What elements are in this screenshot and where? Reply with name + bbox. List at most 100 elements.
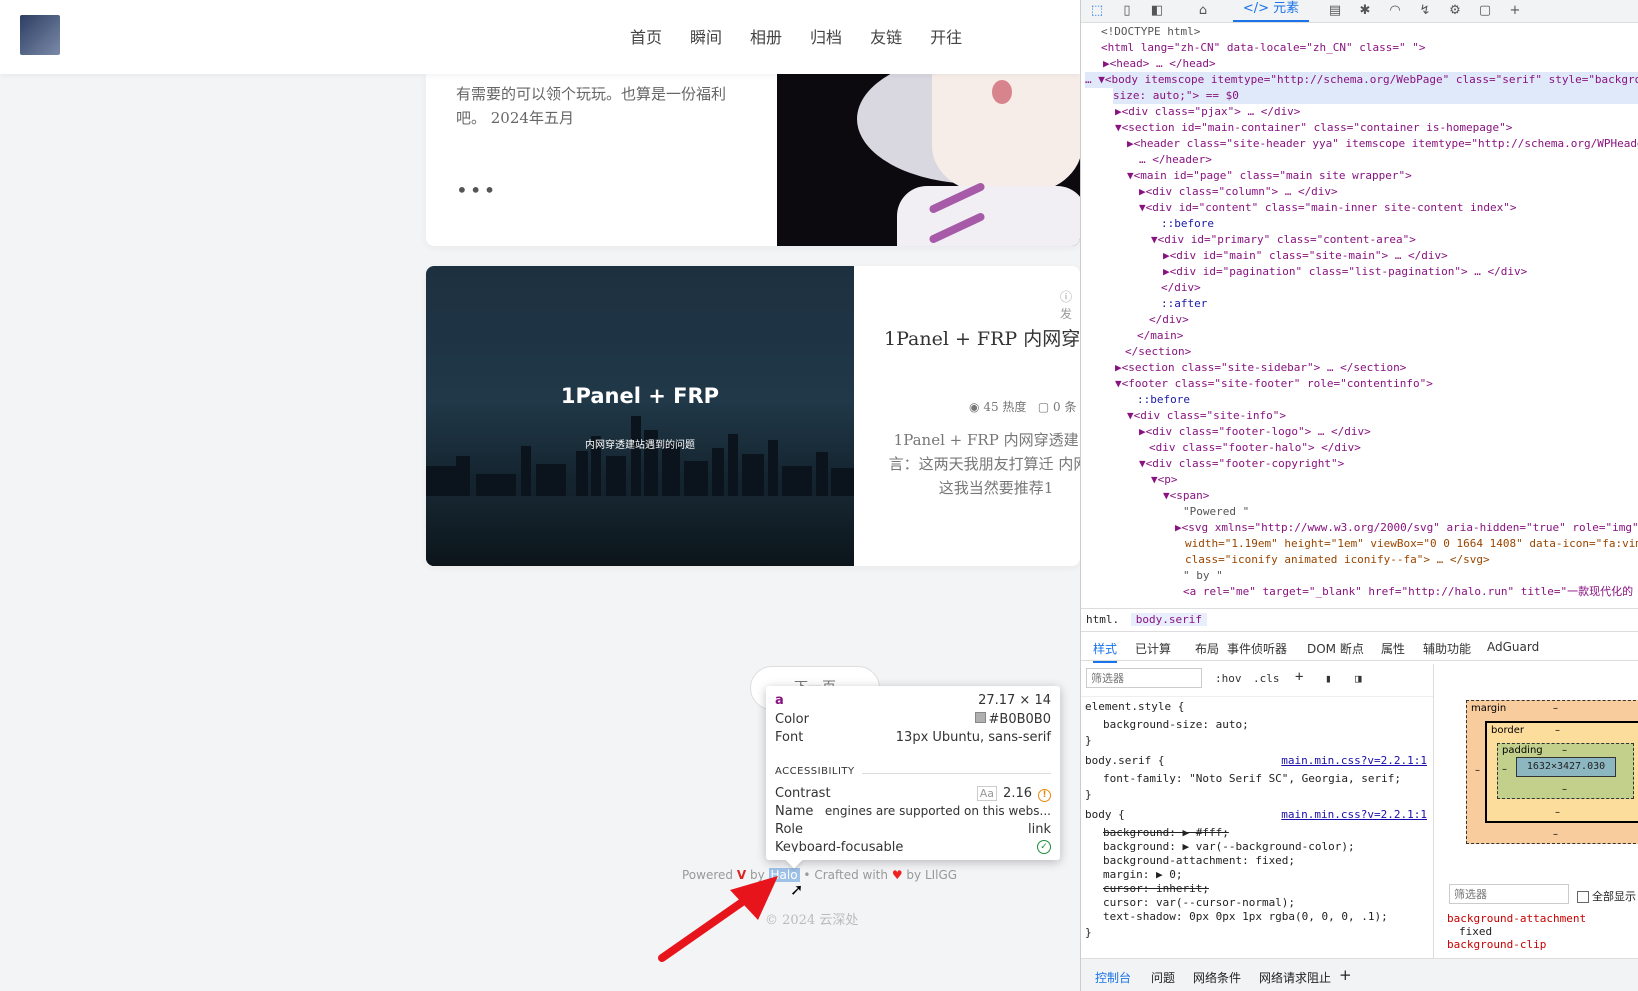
- network-icon[interactable]: ◠: [1387, 3, 1403, 19]
- gear-icon[interactable]: ⚙: [1447, 3, 1463, 19]
- dom-line[interactable]: ▶<div id="main" class="site-main"> … </d…: [1163, 248, 1448, 264]
- dom-line[interactable]: ::before: [1137, 392, 1190, 408]
- css-declaration[interactable]: text-shadow: 0px 0px 1px rgba(0, 0, 0, .…: [1103, 910, 1388, 924]
- dom-line[interactable]: width="1.19em" height="1em" viewBox="0 0…: [1185, 536, 1638, 552]
- rule-source-link[interactable]: main.min.css?v=2.2.1:1: [1281, 808, 1427, 821]
- dom-line[interactable]: ▶<header class="site-header yya" itemsco…: [1127, 136, 1638, 152]
- brush-icon[interactable]: ▮: [1325, 672, 1332, 685]
- rule-selector[interactable]: body {: [1085, 808, 1125, 822]
- hov-button[interactable]: :hov: [1215, 672, 1242, 685]
- dom-line[interactable]: class="iconify animated iconify--fa"> … …: [1185, 552, 1490, 568]
- breadcrumb-body[interactable]: body.serif: [1130, 613, 1207, 626]
- dom-line[interactable]: ▼<footer class="site-footer" role="conte…: [1115, 376, 1433, 392]
- dom-line[interactable]: ▼<section id="main-container" class="con…: [1115, 120, 1512, 136]
- css-declaration[interactable]: cursor: var(--cursor-normal);: [1103, 896, 1295, 910]
- dom-line[interactable]: ::before: [1161, 216, 1214, 232]
- nav-item-home[interactable]: 首页: [630, 24, 662, 48]
- dom-line[interactable]: ▶<section class="site-sidebar"> … </sect…: [1115, 360, 1406, 376]
- tab-elements[interactable]: </> 元素: [1233, 0, 1309, 22]
- author-link[interactable]: by LIlGG: [906, 868, 957, 882]
- post-card-frp[interactable]: 1Panel + FRP 内网穿透建站遇到的问题 ⓘ 发 1Panel + FR…: [426, 266, 1080, 566]
- dom-line[interactable]: </section>: [1125, 344, 1191, 360]
- dom-line[interactable]: " by ": [1183, 568, 1223, 584]
- tab-accessibility[interactable]: 辅助功能: [1423, 640, 1471, 657]
- tab-styles[interactable]: 样式: [1093, 640, 1118, 663]
- nav-item-travelling[interactable]: 开往: [930, 24, 962, 48]
- toggle-sidebar-icon[interactable]: ◨: [1355, 672, 1362, 685]
- device-icon[interactable]: ▯: [1119, 3, 1135, 19]
- add-drawer-tab-icon[interactable]: +: [1339, 966, 1352, 984]
- dom-line[interactable]: </main>: [1137, 328, 1183, 344]
- css-declaration[interactable]: background: ▶ var(--background-color);: [1103, 840, 1355, 854]
- dom-line[interactable]: ▼<p>: [1151, 472, 1178, 488]
- show-all-checkbox[interactable]: 全部显示: [1577, 888, 1636, 904]
- nav-item-links[interactable]: 友链: [870, 24, 902, 48]
- rule-selector[interactable]: body.serif {: [1085, 754, 1164, 768]
- dom-line[interactable]: ▶<head> … </head>: [1103, 56, 1216, 72]
- post-card[interactable]: 有需要的可以领个玩玩。也算是一份福利吧。 2024年五月 •••: [426, 74, 1080, 246]
- bm-content-size[interactable]: 1632×3427.030: [1516, 757, 1616, 777]
- site-logo[interactable]: [20, 15, 60, 55]
- dom-line[interactable]: </div>: [1149, 312, 1189, 328]
- performance-icon[interactable]: ↯: [1417, 3, 1433, 19]
- add-tab-icon[interactable]: +: [1507, 3, 1523, 19]
- dom-line[interactable]: ▶<svg xmlns="http://www.w3.org/2000/svg"…: [1175, 520, 1638, 536]
- rule-source-link[interactable]: main.min.css?v=2.2.1:1: [1281, 754, 1427, 767]
- post-thumbnail[interactable]: 1Panel + FRP 内网穿透建站遇到的问题: [426, 266, 854, 566]
- nav-item-archive[interactable]: 归档: [810, 24, 842, 48]
- dom-line[interactable]: … </header>: [1139, 152, 1212, 168]
- tab-event-listeners[interactable]: 事件侦听器: [1227, 640, 1287, 657]
- dom-line[interactable]: ▶<div class="footer-logo"> … </div>: [1139, 424, 1371, 440]
- post-title[interactable]: 1Panel + FRP 内网穿透: [884, 324, 1080, 351]
- dom-line[interactable]: ▼<div id="primary" class="content-area">: [1151, 232, 1416, 248]
- dom-line[interactable]: ▼<main id="page" class="main site wrappe…: [1127, 168, 1412, 184]
- dock-icon[interactable]: ◧: [1149, 3, 1165, 19]
- pane-splitter[interactable]: [1433, 664, 1440, 958]
- add-rule-icon[interactable]: +: [1295, 669, 1303, 685]
- tab-layout[interactable]: 布局: [1195, 640, 1219, 657]
- bug-icon[interactable]: ✱: [1357, 3, 1373, 19]
- console-icon[interactable]: ▤: [1327, 3, 1343, 19]
- dom-line[interactable]: ▶<div id="pagination" class="list-pagina…: [1163, 264, 1527, 280]
- css-declaration[interactable]: background: ▶ #fff;: [1103, 826, 1229, 840]
- dom-line[interactable]: ▼<div id="content" class="main-inner sit…: [1139, 200, 1517, 216]
- dom-line[interactable]: ▼<span>: [1163, 488, 1209, 504]
- dom-line[interactable]: "Powered ": [1183, 504, 1249, 520]
- computed-filter-input[interactable]: [1449, 884, 1569, 904]
- dom-line[interactable]: <!DOCTYPE html>: [1101, 24, 1200, 40]
- welcome-icon[interactable]: ⌂: [1195, 3, 1211, 19]
- nav-item-moments[interactable]: 瞬间: [690, 24, 722, 48]
- post-thumbnail[interactable]: [777, 74, 1080, 246]
- tab-console[interactable]: 控制台: [1095, 969, 1131, 991]
- css-declaration[interactable]: cursor: inherit;: [1103, 882, 1209, 896]
- nav-item-albums[interactable]: 相册: [750, 24, 782, 48]
- dom-line[interactable]: ▶<div class="column"> … </div>: [1139, 184, 1338, 200]
- tab-dom-breakpoints[interactable]: DOM 断点: [1307, 640, 1364, 657]
- dom-line[interactable]: ▶<div class="pjax"> … </div>: [1115, 104, 1300, 120]
- css-declaration[interactable]: margin: ▶ 0;: [1103, 868, 1182, 882]
- cls-button[interactable]: .cls: [1253, 672, 1280, 685]
- tab-issues[interactable]: 问题: [1151, 969, 1175, 986]
- tab-network-conditions[interactable]: 网络条件: [1193, 969, 1241, 986]
- tab-network-request-blocking[interactable]: 网络请求阻止: [1259, 969, 1331, 986]
- application-icon[interactable]: ▢: [1477, 3, 1493, 19]
- tab-adguard[interactable]: AdGuard: [1487, 640, 1539, 654]
- breadcrumb-html[interactable]: html.: [1081, 613, 1124, 626]
- dom-line-selected[interactable]: size: auto;"> == $0: [1113, 88, 1638, 104]
- computed-prop[interactable]: background-clip: [1447, 938, 1586, 951]
- more-icon[interactable]: •••: [456, 178, 497, 202]
- dom-line[interactable]: ▼<div class="site-info">: [1127, 408, 1286, 424]
- tab-properties[interactable]: 属性: [1381, 640, 1405, 657]
- dom-line[interactable]: ::after: [1161, 296, 1207, 312]
- dom-line[interactable]: </div>: [1161, 280, 1201, 296]
- dom-line-selected[interactable]: … ▼<body itemscope itemtype="http://sche…: [1085, 72, 1638, 88]
- css-declaration[interactable]: background-attachment: fixed;: [1103, 854, 1295, 868]
- rule-selector[interactable]: element.style {: [1085, 700, 1184, 714]
- tab-computed[interactable]: 已计算: [1135, 640, 1171, 657]
- computed-prop[interactable]: background-attachment: [1447, 912, 1586, 925]
- css-declaration[interactable]: background-size: auto;: [1103, 718, 1249, 732]
- dom-line[interactable]: <a rel="me" target="_blank" href="http:/…: [1183, 584, 1633, 600]
- dom-line[interactable]: <div class="footer-halo"> </div>: [1149, 440, 1361, 456]
- inspect-icon[interactable]: ⬚: [1089, 3, 1105, 19]
- dom-line[interactable]: ▼<div class="footer-copyright">: [1139, 456, 1344, 472]
